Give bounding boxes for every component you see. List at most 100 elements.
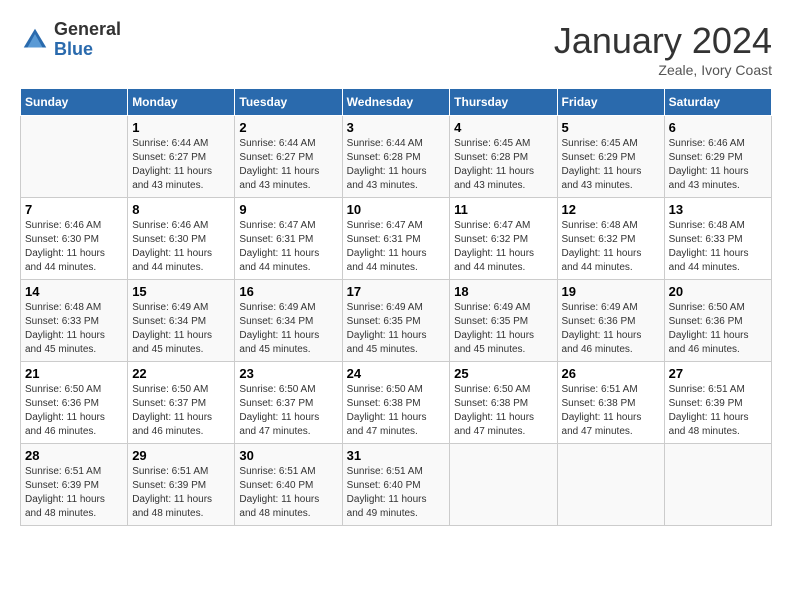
calendar-day-cell: 31 Sunrise: 6:51 AMSunset: 6:40 PMDayligh…: [342, 444, 450, 526]
day-info: Sunrise: 6:44 AMSunset: 6:27 PMDaylight:…: [239, 137, 337, 193]
logo: General Blue: [20, 20, 121, 60]
logo-icon: [20, 25, 50, 55]
day-of-week-header: Wednesday: [342, 89, 450, 116]
day-number: 13: [669, 202, 767, 217]
day-number: 3: [347, 120, 446, 135]
day-number: 30: [239, 448, 337, 463]
day-info: Sunrise: 6:49 AMSunset: 6:35 PMDaylight:…: [347, 301, 446, 357]
page-header: General Blue January 2024 Zeale, Ivory C…: [20, 20, 772, 78]
calendar-day-cell: 29Sunrise: 6:51 AMSunset: 6:39 PMDayligh…: [128, 444, 235, 526]
day-info: Sunrise: 6:45 AMSunset: 6:29 PMDaylight:…: [562, 137, 660, 193]
day-number: 8: [132, 202, 230, 217]
calendar-day-cell: 30 Sunrise: 6:51 AMSunset: 6:40 PMDayligh…: [235, 444, 342, 526]
calendar-day-cell: [450, 444, 557, 526]
day-number: 31: [347, 448, 446, 463]
month-title: January 2024: [554, 20, 772, 62]
calendar-day-cell: 9 Sunrise: 6:47 AMSunset: 6:31 PMDaylight…: [235, 198, 342, 280]
calendar-day-cell: 4Sunrise: 6:45 AMSunset: 6:28 PMDaylight…: [450, 116, 557, 198]
calendar-day-cell: 17 Sunrise: 6:49 AMSunset: 6:35 PMDayligh…: [342, 280, 450, 362]
day-number: 9: [239, 202, 337, 217]
day-number: 19: [562, 284, 660, 299]
calendar-day-cell: [21, 116, 128, 198]
day-number: 7: [25, 202, 123, 217]
day-info: Sunrise: 6:48 AMSunset: 6:32 PMDaylight:…: [562, 219, 660, 275]
day-info: Sunrise: 6:51 AMSunset: 6:40 PMDaylight:…: [347, 465, 446, 521]
day-info: Sunrise: 6:49 AMSunset: 6:34 PMDaylight:…: [239, 301, 337, 357]
day-number: 2: [239, 120, 337, 135]
calendar-day-cell: 15Sunrise: 6:49 AMSunset: 6:34 PMDayligh…: [128, 280, 235, 362]
calendar-day-cell: 5Sunrise: 6:45 AMSunset: 6:29 PMDaylight…: [557, 116, 664, 198]
calendar-day-cell: 10 Sunrise: 6:47 AMSunset: 6:31 PMDayligh…: [342, 198, 450, 280]
day-number: 18: [454, 284, 552, 299]
day-info: Sunrise: 6:51 AMSunset: 6:40 PMDaylight:…: [239, 465, 337, 521]
day-number: 22: [132, 366, 230, 381]
day-info: Sunrise: 6:50 AMSunset: 6:36 PMDaylight:…: [25, 383, 123, 439]
calendar-day-cell: 19 Sunrise: 6:49 AMSunset: 6:36 PMDayligh…: [557, 280, 664, 362]
day-number: 20: [669, 284, 767, 299]
day-info: Sunrise: 6:51 AMSunset: 6:39 PMDaylight:…: [25, 465, 123, 521]
day-number: 27: [669, 366, 767, 381]
calendar-day-cell: 25 Sunrise: 6:50 AMSunset: 6:38 PMDayligh…: [450, 362, 557, 444]
calendar-day-cell: 24 Sunrise: 6:50 AMSunset: 6:38 PMDayligh…: [342, 362, 450, 444]
day-info: Sunrise: 6:46 AMSunset: 6:30 PMDaylight:…: [132, 219, 230, 275]
calendar-day-cell: 6 Sunrise: 6:46 AMSunset: 6:29 PMDaylight…: [664, 116, 771, 198]
day-info: Sunrise: 6:48 AMSunset: 6:33 PMDaylight:…: [669, 219, 767, 275]
calendar-day-cell: 2 Sunrise: 6:44 AMSunset: 6:27 PMDaylight…: [235, 116, 342, 198]
day-info: Sunrise: 6:47 AMSunset: 6:31 PMDaylight:…: [239, 219, 337, 275]
day-info: Sunrise: 6:50 AMSunset: 6:38 PMDaylight:…: [454, 383, 552, 439]
calendar-day-cell: [557, 444, 664, 526]
calendar-day-cell: 20 Sunrise: 6:50 AMSunset: 6:36 PMDayligh…: [664, 280, 771, 362]
calendar-header-row: SundayMondayTuesdayWednesdayThursdayFrid…: [21, 89, 772, 116]
day-info: Sunrise: 6:50 AMSunset: 6:38 PMDaylight:…: [347, 383, 446, 439]
calendar-week-row: 1Sunrise: 6:44 AMSunset: 6:27 PMDaylight…: [21, 116, 772, 198]
calendar-day-cell: 14 Sunrise: 6:48 AMSunset: 6:33 PMDayligh…: [21, 280, 128, 362]
location-text: Zeale, Ivory Coast: [554, 62, 772, 78]
calendar-day-cell: 18Sunrise: 6:49 AMSunset: 6:35 PMDayligh…: [450, 280, 557, 362]
day-number: 6: [669, 120, 767, 135]
logo-blue-text: Blue: [54, 40, 121, 60]
day-number: 15: [132, 284, 230, 299]
day-info: Sunrise: 6:45 AMSunset: 6:28 PMDaylight:…: [454, 137, 552, 193]
calendar-day-cell: 13 Sunrise: 6:48 AMSunset: 6:33 PMDayligh…: [664, 198, 771, 280]
day-info: Sunrise: 6:46 AMSunset: 6:30 PMDaylight:…: [25, 219, 123, 275]
day-of-week-header: Tuesday: [235, 89, 342, 116]
day-number: 14: [25, 284, 123, 299]
day-info: Sunrise: 6:51 AMSunset: 6:39 PMDaylight:…: [132, 465, 230, 521]
day-number: 24: [347, 366, 446, 381]
calendar-day-cell: 26Sunrise: 6:51 AMSunset: 6:38 PMDayligh…: [557, 362, 664, 444]
day-number: 10: [347, 202, 446, 217]
calendar-day-cell: 3 Sunrise: 6:44 AMSunset: 6:28 PMDaylight…: [342, 116, 450, 198]
calendar-day-cell: 12 Sunrise: 6:48 AMSunset: 6:32 PMDayligh…: [557, 198, 664, 280]
calendar-day-cell: 28 Sunrise: 6:51 AMSunset: 6:39 PMDayligh…: [21, 444, 128, 526]
day-info: Sunrise: 6:50 AMSunset: 6:37 PMDaylight:…: [132, 383, 230, 439]
day-number: 26: [562, 366, 660, 381]
day-info: Sunrise: 6:47 AMSunset: 6:31 PMDaylight:…: [347, 219, 446, 275]
calendar-day-cell: 27Sunrise: 6:51 AMSunset: 6:39 PMDayligh…: [664, 362, 771, 444]
calendar-day-cell: 16Sunrise: 6:49 AMSunset: 6:34 PMDayligh…: [235, 280, 342, 362]
logo-text: General Blue: [54, 20, 121, 60]
day-info: Sunrise: 6:48 AMSunset: 6:33 PMDaylight:…: [25, 301, 123, 357]
day-info: Sunrise: 6:47 AMSunset: 6:32 PMDaylight:…: [454, 219, 552, 275]
day-of-week-header: Saturday: [664, 89, 771, 116]
day-of-week-header: Sunday: [21, 89, 128, 116]
calendar-day-cell: 22 Sunrise: 6:50 AMSunset: 6:37 PMDayligh…: [128, 362, 235, 444]
logo-general-text: General: [54, 20, 121, 40]
calendar-day-cell: 8 Sunrise: 6:46 AMSunset: 6:30 PMDaylight…: [128, 198, 235, 280]
day-number: 25: [454, 366, 552, 381]
day-number: 28: [25, 448, 123, 463]
calendar-week-row: 28 Sunrise: 6:51 AMSunset: 6:39 PMDayligh…: [21, 444, 772, 526]
day-of-week-header: Thursday: [450, 89, 557, 116]
calendar-day-cell: [664, 444, 771, 526]
day-info: Sunrise: 6:50 AMSunset: 6:37 PMDaylight:…: [239, 383, 337, 439]
day-number: 17: [347, 284, 446, 299]
day-info: Sunrise: 6:46 AMSunset: 6:29 PMDaylight:…: [669, 137, 767, 193]
calendar-day-cell: 11Sunrise: 6:47 AMSunset: 6:32 PMDayligh…: [450, 198, 557, 280]
day-info: Sunrise: 6:44 AMSunset: 6:28 PMDaylight:…: [347, 137, 446, 193]
day-number: 21: [25, 366, 123, 381]
title-block: January 2024 Zeale, Ivory Coast: [554, 20, 772, 78]
calendar-week-row: 14 Sunrise: 6:48 AMSunset: 6:33 PMDayligh…: [21, 280, 772, 362]
day-info: Sunrise: 6:50 AMSunset: 6:36 PMDaylight:…: [669, 301, 767, 357]
day-info: Sunrise: 6:49 AMSunset: 6:36 PMDaylight:…: [562, 301, 660, 357]
day-number: 12: [562, 202, 660, 217]
calendar-day-cell: 1Sunrise: 6:44 AMSunset: 6:27 PMDaylight…: [128, 116, 235, 198]
